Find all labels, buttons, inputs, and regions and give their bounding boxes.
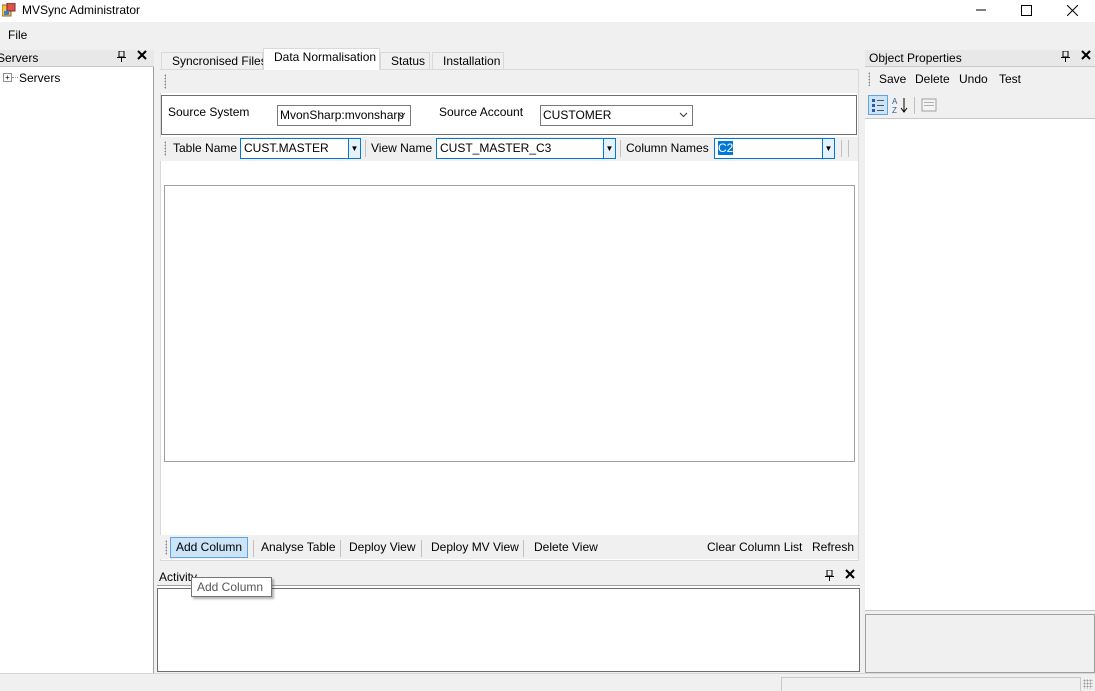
separator: [365, 140, 366, 157]
toolstrip-grip[interactable]: [868, 72, 870, 86]
source-account-label: Source Account: [439, 105, 524, 119]
object-properties-title: Object Properties: [869, 51, 962, 65]
clear-column-list-button[interactable]: Clear Column List: [701, 537, 808, 558]
table-name-value: CUST.MASTER: [244, 141, 329, 155]
minimize-button[interactable]: [958, 0, 1004, 20]
separator: [523, 540, 524, 557]
property-grid[interactable]: [865, 118, 1095, 611]
servers-panel-title: Servers: [0, 51, 39, 65]
menu-file[interactable]: File: [8, 28, 27, 42]
pin-icon[interactable]: [1061, 50, 1070, 65]
separator: [253, 540, 254, 557]
close-icon[interactable]: [845, 569, 855, 582]
app-icon: [1, 2, 16, 17]
pin-icon[interactable]: [825, 569, 834, 584]
view-name-label: View Name: [371, 141, 433, 155]
separator: [340, 540, 341, 557]
deploy-view-button[interactable]: Deploy View: [343, 537, 421, 558]
columns-grid[interactable]: [164, 185, 855, 462]
table-name-combo[interactable]: CUST.MASTER ▼: [240, 138, 361, 159]
toolstrip-grip[interactable]: [164, 74, 166, 89]
separator: [841, 140, 842, 157]
categorized-icon[interactable]: [868, 95, 888, 115]
property-pages-icon[interactable]: [919, 95, 939, 115]
view-name-value: CUST_MASTER_C3: [440, 141, 552, 155]
close-window-button[interactable]: [1049, 0, 1095, 20]
column-names-combo[interactable]: C2 ▼: [714, 138, 835, 159]
tab-data-normalisation[interactable]: Data Normalisation: [263, 48, 380, 70]
close-icon[interactable]: [1081, 50, 1091, 63]
svg-text:A: A: [892, 97, 898, 106]
separator: [620, 140, 621, 157]
pin-icon[interactable]: [117, 50, 126, 65]
servers-panel-header: Servers: [0, 50, 154, 67]
undo-button[interactable]: Undo: [953, 69, 994, 90]
refresh-button[interactable]: Refresh: [806, 537, 860, 558]
source-system-value: MvonSharp:mvonsharp: [280, 108, 405, 122]
object-properties-header: Object Properties: [865, 50, 1095, 67]
tab-installation[interactable]: Installation: [432, 52, 504, 70]
tree-connector: [12, 77, 18, 78]
separator: [914, 97, 915, 114]
delete-view-button[interactable]: Delete View: [528, 537, 604, 558]
servers-panel: Servers + Servers: [0, 50, 154, 673]
activity-log[interactable]: [157, 588, 860, 672]
save-button[interactable]: Save: [873, 69, 912, 90]
column-names-value: C2: [718, 141, 734, 155]
menu-bar: File: [0, 22, 1095, 48]
property-description: [865, 614, 1095, 673]
maximize-button[interactable]: [1003, 0, 1049, 20]
properties-toolbar: Save Delete Undo Test: [865, 68, 1095, 90]
analyse-table-button[interactable]: Analyse Table: [255, 537, 342, 558]
object-properties-panel: Object Properties Save Delete Undo Test …: [865, 50, 1095, 673]
close-icon[interactable]: [137, 50, 147, 63]
status-panel: [781, 677, 1081, 691]
source-system-combo[interactable]: MvonSharp:mvonsharp: [277, 105, 411, 126]
top-toolstrip: [160, 70, 858, 93]
chevron-down-icon: [397, 106, 406, 125]
tab-syncronised-files[interactable]: Syncronised Files: [161, 52, 267, 70]
status-bar: [0, 673, 1095, 691]
separator: [421, 540, 422, 557]
sort-alphabetical-icon[interactable]: A Z: [890, 95, 910, 115]
deploy-mv-view-button[interactable]: Deploy MV View: [425, 537, 525, 558]
tab-strip: Syncronised Files Data Normalisation Sta…: [160, 48, 860, 70]
toolstrip-grip[interactable]: [164, 141, 166, 156]
window-title: MVSync Administrator: [22, 3, 141, 17]
property-grid-toolbar: A Z: [865, 92, 1095, 118]
tree-expand-icon[interactable]: +: [3, 73, 12, 82]
source-system-label: Source System: [168, 105, 250, 119]
svg-text:Z: Z: [892, 106, 897, 114]
dropdown-arrow-icon[interactable]: ▼: [603, 139, 615, 158]
dropdown-arrow-icon[interactable]: ▼: [822, 139, 834, 158]
dropdown-arrow-icon[interactable]: ▼: [348, 139, 360, 158]
resize-grip-icon[interactable]: [1083, 679, 1093, 689]
tab-status[interactable]: Status: [380, 52, 430, 70]
separator: [848, 140, 849, 157]
delete-button[interactable]: Delete: [909, 69, 956, 90]
add-column-button[interactable]: Add Column: [170, 537, 249, 558]
toolstrip-grip[interactable]: [165, 540, 167, 555]
tree-node-servers[interactable]: Servers: [19, 71, 60, 85]
title-bar: MVSync Administrator: [0, 0, 1095, 22]
view-name-combo[interactable]: CUST_MASTER_C3 ▼: [436, 138, 616, 159]
source-account-combo[interactable]: CUSTOMER: [540, 105, 693, 126]
chevron-down-icon: [679, 106, 688, 125]
source-panel: Source System MvonSharp:mvonsharp Source…: [161, 95, 857, 135]
column-names-label: Column Names: [626, 141, 709, 155]
filter-toolstrip: Table Name CUST.MASTER ▼ View Name CUST_…: [160, 137, 858, 161]
action-toolstrip: Add Column Analyse Table Deploy View Dep…: [160, 535, 858, 559]
table-name-label: Table Name: [173, 141, 238, 155]
test-button[interactable]: Test: [993, 69, 1027, 90]
tooltip: Add Column: [191, 577, 272, 597]
source-account-value: CUSTOMER: [543, 108, 612, 122]
